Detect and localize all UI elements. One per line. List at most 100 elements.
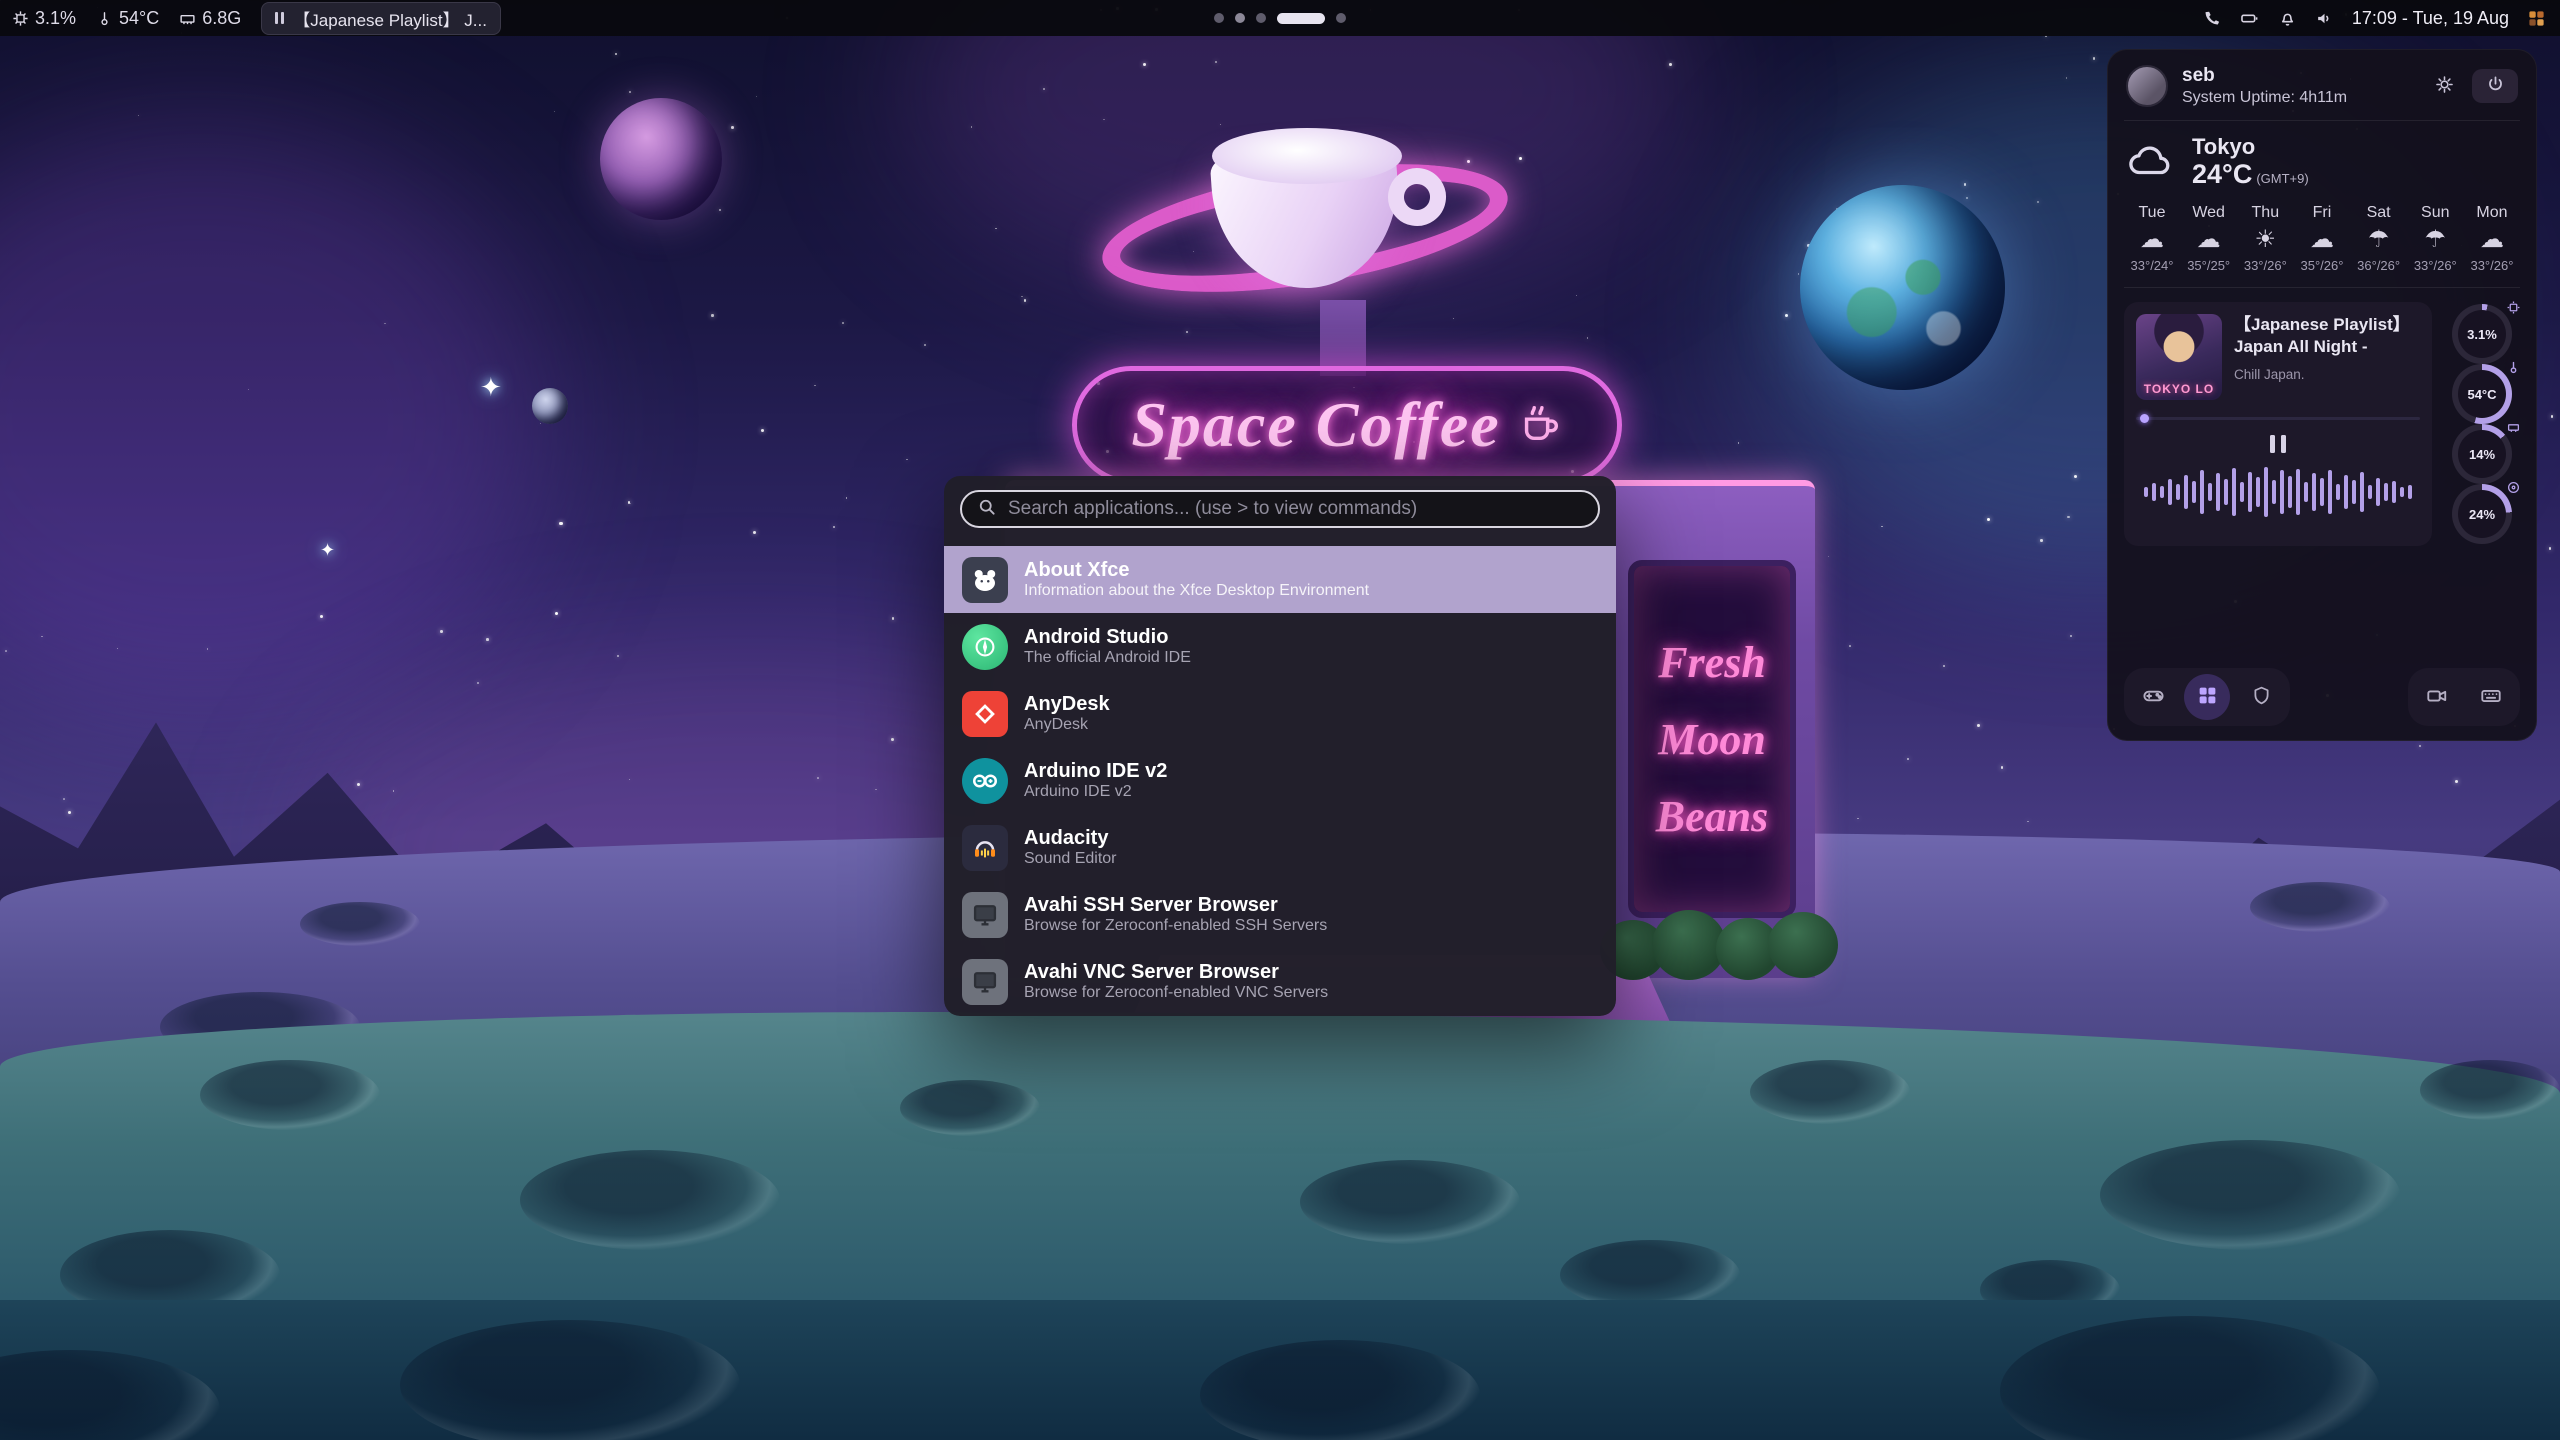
coffee-cup-icon	[1517, 400, 1563, 451]
launcher-item-anydesk[interactable]: AnyDesk AnyDesk	[944, 680, 1616, 747]
battery-icon[interactable]	[2239, 9, 2260, 28]
weather-icon: ☂	[2409, 222, 2461, 258]
cloud-icon	[2126, 139, 2176, 186]
neon-sign-text: Space Coffee	[1131, 388, 1500, 462]
clock[interactable]: 17:09 - Tue, 19 Aug	[2352, 8, 2509, 29]
temperature-gauge: 54°C	[2452, 364, 2512, 424]
volume-icon[interactable]	[2315, 9, 2334, 28]
memory-indicator: 6.8G	[179, 8, 241, 29]
media-progress-slider[interactable]	[2136, 414, 2420, 423]
app-subtitle: Browse for Zeroconf-enabled SSH Servers	[1024, 917, 1327, 934]
moon-ground-mid	[0, 1012, 2560, 1342]
weather-icon: ☂	[2353, 222, 2405, 258]
window-neon-text: Beans	[1656, 791, 1768, 842]
launcher-search	[960, 490, 1600, 528]
gear-icon	[2435, 75, 2454, 97]
memory-gauge: 14%	[2452, 424, 2512, 484]
workspace-switcher[interactable]	[1214, 13, 1346, 24]
weather-icon: ☁	[2183, 222, 2235, 258]
power-button[interactable]	[2472, 69, 2518, 103]
weather-icon: ☁	[2466, 222, 2518, 258]
forecast-day: Wed ☁ 35°/25°	[2183, 204, 2235, 273]
launcher-item-arduino[interactable]: Arduino IDE v2 Arduino IDE v2	[944, 747, 1616, 814]
weather-icon: ☁	[2296, 222, 2348, 258]
app-subtitle: Sound Editor	[1024, 850, 1117, 867]
apps-button[interactable]	[2184, 674, 2230, 720]
avatar	[2126, 65, 2168, 107]
weather-temp: 24°C	[2192, 159, 2252, 189]
app-grid-icon[interactable]	[2527, 9, 2546, 28]
temperature-indicator: 54°C	[96, 8, 159, 29]
workspace-dot[interactable]	[1256, 13, 1266, 23]
thermometer-icon	[96, 10, 113, 27]
launcher-item-avahi-vnc[interactable]: Avahi VNC Server Browser Browse for Zero…	[944, 948, 1616, 1015]
top-panel: 3.1% 54°C 6.8G 【Japanese Playlist】 J...	[0, 0, 2560, 36]
search-icon	[977, 497, 997, 522]
sign-pole	[1320, 300, 1366, 376]
monitor-icon	[962, 892, 1008, 938]
app-subtitle: AnyDesk	[1024, 716, 1088, 733]
controller-button[interactable]	[2130, 674, 2176, 720]
keyboard-icon	[2480, 685, 2502, 710]
pause-icon	[275, 12, 284, 24]
app-title: Avahi VNC Server Browser	[1024, 961, 1279, 983]
system-uptime: System Uptime: 4h11m	[2182, 89, 2347, 107]
launcher-item-about-xfce[interactable]: About Xfce Information about the Xfce De…	[944, 546, 1616, 613]
thermometer-icon	[2507, 361, 2520, 379]
topbar-media-pill[interactable]: 【Japanese Playlist】 J...	[261, 2, 501, 35]
widgets-sidebar: seb System Uptime: 4h11m	[2107, 49, 2537, 741]
weather-icon: ☁	[2126, 222, 2178, 258]
user-card: seb System Uptime: 4h11m	[2108, 50, 2536, 120]
security-button[interactable]	[2238, 674, 2284, 720]
xfce-mouse-icon	[962, 557, 1008, 603]
workspace-dot[interactable]	[1336, 13, 1346, 23]
app-launcher: About Xfce Information about the Xfce De…	[944, 476, 1616, 1016]
phone-icon[interactable]	[2202, 9, 2221, 28]
launcher-item-audacity[interactable]: Audacity Sound Editor	[944, 814, 1616, 881]
arduino-icon	[962, 758, 1008, 804]
video-camera-icon	[2426, 685, 2448, 710]
screen-record-button[interactable]	[2414, 674, 2460, 720]
app-subtitle: Arduino IDE v2	[1024, 783, 1132, 800]
shop-window: Fresh Moon Beans	[1628, 560, 1796, 918]
app-title: Audacity	[1024, 827, 1108, 849]
monitor-icon	[962, 959, 1008, 1005]
search-input[interactable]	[1008, 498, 1583, 520]
cpu-icon	[12, 10, 29, 27]
workspace-dot[interactable]	[1214, 13, 1224, 23]
apps-grid-icon	[2197, 685, 2218, 709]
progress-knob[interactable]	[2140, 414, 2149, 423]
album-art: TOKYO LO	[2136, 314, 2222, 400]
media-artist: Chill Japan.	[2234, 367, 2420, 382]
disk-gauge: 24%	[2452, 484, 2512, 544]
power-icon	[2486, 75, 2505, 97]
keyboard-button[interactable]	[2468, 674, 2514, 720]
bell-icon[interactable]	[2278, 9, 2297, 28]
android-studio-icon	[962, 624, 1008, 670]
gamepad-icon	[2142, 684, 2165, 710]
app-subtitle: Browse for Zeroconf-enabled VNC Servers	[1024, 984, 1328, 1001]
forecast-day: Sat ☂ 36°/26°	[2353, 204, 2405, 273]
forecast-day: Tue ☁ 33°/24°	[2126, 204, 2178, 273]
settings-button[interactable]	[2426, 69, 2462, 103]
window-neon-text: Fresh	[1658, 637, 1766, 688]
username: seb	[2182, 65, 2347, 87]
media-title: 【Japanese Playlist】 Japan All Night - To…	[2234, 314, 2420, 360]
bush	[1768, 912, 1838, 978]
forecast-day: Sun ☂ 33°/26°	[2409, 204, 2461, 273]
disk-icon	[2507, 481, 2520, 499]
quick-actions-right	[2408, 668, 2520, 726]
cpu-gauge: 3.1%	[2452, 304, 2512, 364]
cpu-usage-indicator: 3.1%	[12, 8, 76, 29]
forecast-day: Fri ☁ 35°/26°	[2296, 204, 2348, 273]
weather-forecast: Tue ☁ 33°/24° Wed ☁ 35°/25° Thu ☀ 33°/26…	[2126, 204, 2518, 273]
launcher-item-android-studio[interactable]: Android Studio The official Android IDE	[944, 613, 1616, 680]
workspace-active-pill[interactable]	[1277, 13, 1325, 24]
floating-cup-rim	[1212, 128, 1402, 184]
launcher-item-avahi-ssh[interactable]: Avahi SSH Server Browser Browse for Zero…	[944, 881, 1616, 948]
pause-button[interactable]	[2260, 431, 2296, 457]
memory-icon	[2507, 421, 2520, 439]
workspace-dot[interactable]	[1235, 13, 1245, 23]
quick-actions-row	[2108, 656, 2536, 740]
app-title: Avahi SSH Server Browser	[1024, 894, 1278, 916]
